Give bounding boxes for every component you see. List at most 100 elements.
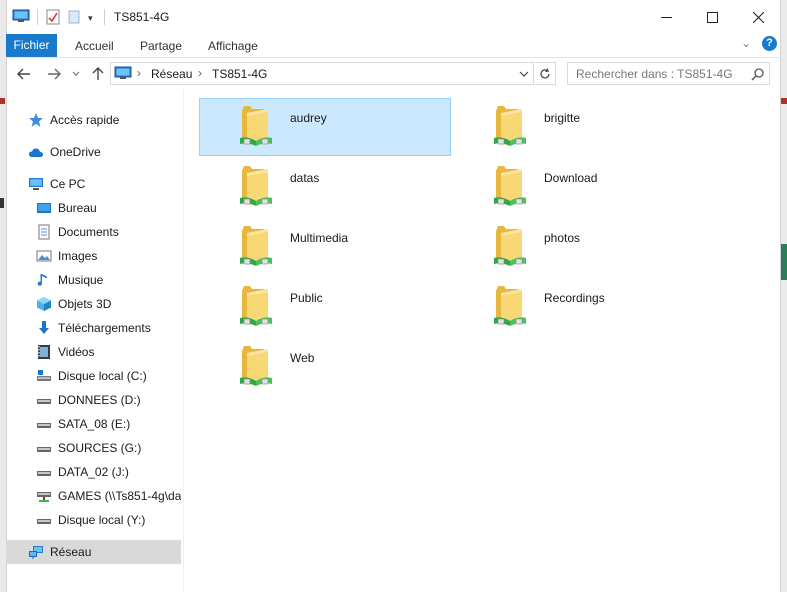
close-button[interactable] [735, 0, 781, 34]
folder-name: Web [290, 351, 315, 365]
document-icon [38, 224, 50, 240]
chevron-down-icon[interactable] [519, 69, 529, 79]
sidebar-item-musique[interactable]: Musique [6, 268, 181, 292]
folder-name: audrey [290, 111, 327, 125]
search-placeholder: Rechercher dans : TS851-4G [576, 67, 733, 81]
sidebar-item-label: GAMES (\\Ts851-4g\dat [58, 489, 181, 503]
folder-name: Multimedia [290, 231, 349, 245]
drive-icon [37, 471, 51, 476]
sidebar-item-donnees-d[interactable]: DONNEES (D:) [6, 388, 181, 412]
folder-item[interactable]: Recordings [454, 279, 704, 335]
customize-toolbar-icon[interactable]: ▾ [88, 13, 93, 24]
separator [37, 9, 38, 25]
ribbon-divider [6, 57, 781, 58]
sidebar-item-label: SATA_08 (E:) [58, 417, 131, 431]
network-icon [29, 546, 43, 559]
sidebar-item-label: Disque local (Y:) [58, 513, 146, 527]
pane-divider [183, 90, 184, 592]
minimize-button[interactable] [643, 0, 689, 34]
shared-folder-icon [240, 346, 272, 386]
star-icon [29, 113, 43, 127]
sidebar-item-onedrive[interactable]: OneDrive [6, 140, 181, 164]
properties-icon[interactable] [46, 9, 60, 25]
shared-folder-icon [494, 106, 526, 146]
folder-name: photos [544, 231, 581, 245]
breadcrumb-ts851[interactable]: TS851-4G [212, 67, 267, 81]
breadcrumb-reseau[interactable]: Réseau [151, 67, 192, 81]
sidebar-item-label: Objets 3D [58, 297, 112, 311]
folder-item[interactable]: Multimedia [200, 219, 450, 275]
sidebar-item-ce-pc[interactable]: Ce PC [6, 172, 181, 196]
expand-ribbon-icon[interactable]: ⌄ [741, 36, 751, 50]
sidebar-item-bureau[interactable]: Bureau [6, 196, 181, 220]
arrow-up-icon [92, 67, 104, 80]
computer-icon [12, 9, 30, 22]
sidebar-item-label: Réseau [50, 545, 92, 559]
download-icon [39, 321, 49, 334]
folder-item[interactable]: photos [454, 219, 704, 275]
network-drive-icon [37, 492, 51, 502]
sidebar-item-games-ts851-4g-dat[interactable]: GAMES (\\Ts851-4g\dat [6, 484, 181, 508]
folder-item[interactable]: datas [200, 159, 450, 215]
refresh-icon [540, 67, 550, 78]
arrow-left-icon [17, 68, 30, 80]
shared-folder-icon [240, 106, 272, 146]
sidebar-item-label: Disque local (C:) [58, 369, 147, 383]
up-button[interactable] [86, 62, 110, 86]
folder-item[interactable]: brigitte [454, 99, 704, 155]
arrow-right-icon [48, 68, 61, 80]
tab-partage[interactable]: Partage [128, 35, 194, 57]
shared-folder-icon [494, 226, 526, 266]
folder-item[interactable]: Download [454, 159, 704, 215]
sidebar-item-label: Bureau [58, 201, 97, 215]
maximize-button[interactable] [689, 0, 735, 34]
background-app-accent [781, 244, 787, 280]
minimize-icon [660, 16, 672, 18]
sidebar-item-disque-local-c[interactable]: Disque local (C:) [6, 364, 181, 388]
desktop-icon [37, 203, 51, 213]
background-app-accent [781, 98, 787, 104]
sidebar-item-data-02-j[interactable]: DATA_02 (J:) [6, 460, 181, 484]
sidebar-item-label: Téléchargements [58, 321, 151, 335]
sidebar-item-label: Accès rapide [50, 113, 120, 127]
folder-item[interactable]: Web [200, 339, 450, 395]
folder-item[interactable]: audrey [199, 98, 451, 156]
help-icon[interactable]: ? [762, 36, 777, 51]
sidebar-item-sata-08-e[interactable]: SATA_08 (E:) [6, 412, 181, 436]
sidebar-item-acc-s-rapide[interactable]: Accès rapide [6, 108, 181, 132]
back-button[interactable] [12, 62, 36, 86]
chevron-right-icon[interactable]: › [198, 66, 202, 80]
sidebar-item-vid-os[interactable]: Vidéos [6, 340, 181, 364]
forward-button[interactable] [42, 62, 66, 86]
drive-icon [37, 447, 51, 452]
folder-item[interactable]: Public [200, 279, 450, 335]
new-folder-icon[interactable] [68, 10, 80, 24]
separator [104, 9, 105, 25]
shared-folder-icon [240, 166, 272, 206]
search-icon[interactable] [751, 67, 765, 81]
tab-accueil[interactable]: Accueil [63, 35, 126, 57]
recent-locations-button[interactable] [66, 62, 86, 86]
sidebar-item-documents[interactable]: Documents [6, 220, 181, 244]
sidebar-item-t-l-chargements[interactable]: Téléchargements [6, 316, 181, 340]
refresh-button[interactable] [535, 62, 556, 85]
cloud-icon [29, 148, 43, 157]
tab-fichier[interactable]: Fichier [6, 34, 57, 57]
sidebar-item-images[interactable]: Images [6, 244, 181, 268]
sidebar-item-sources-g[interactable]: SOURCES (G:) [6, 436, 181, 460]
sidebar-item-objets-3d[interactable]: Objets 3D [6, 292, 181, 316]
folder-name: Recordings [544, 291, 605, 305]
computer-icon [29, 178, 43, 190]
tab-affichage[interactable]: Affichage [196, 35, 270, 57]
sidebar-item-r-seau[interactable]: Réseau [6, 540, 181, 564]
system-drive-icon [37, 370, 51, 381]
computer-icon [114, 66, 132, 79]
shared-folder-icon [494, 286, 526, 326]
chevron-right-icon[interactable]: › [137, 66, 141, 80]
chevron-down-icon [72, 71, 80, 76]
music-icon [37, 274, 47, 286]
sidebar-item-label: Vidéos [58, 345, 95, 359]
sidebar-item-label: Musique [58, 273, 104, 287]
sidebar-item-disque-local-y[interactable]: Disque local (Y:) [6, 508, 181, 532]
sidebar-item-label: Images [58, 249, 98, 263]
